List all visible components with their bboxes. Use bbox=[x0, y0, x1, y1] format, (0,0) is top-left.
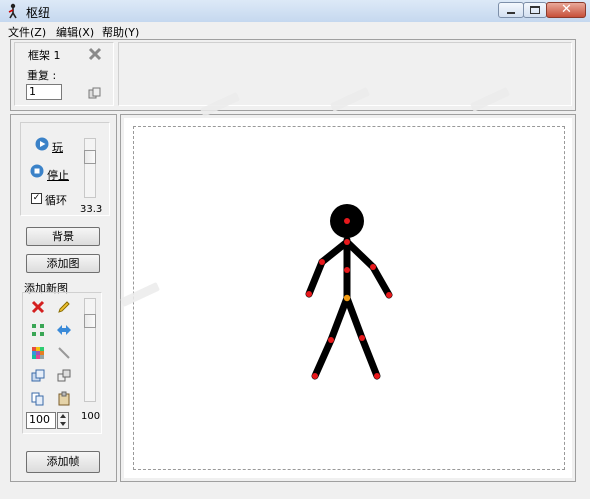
joint-handle bbox=[374, 373, 380, 379]
loop-checkbox[interactable]: ✓ bbox=[31, 193, 42, 204]
stick-figure[interactable] bbox=[295, 200, 405, 390]
duplicate-figure-icon[interactable] bbox=[30, 368, 46, 384]
menu-edit[interactable]: 编辑(X) bbox=[56, 24, 94, 40]
close-icon: ✕ bbox=[561, 2, 572, 17]
stick-figure-right-shin bbox=[358, 334, 381, 380]
joint-handle bbox=[319, 259, 325, 265]
repeat-input[interactable]: 1 bbox=[26, 84, 62, 100]
figure-scale-input[interactable]: 100 bbox=[26, 412, 56, 429]
flip-arrow-icon[interactable] bbox=[56, 322, 72, 338]
repeat-label: 重复 : bbox=[27, 69, 57, 82]
joint-handle bbox=[386, 292, 392, 298]
shrink-icon[interactable] bbox=[30, 322, 46, 338]
fps-slider-thumb[interactable] bbox=[84, 150, 96, 164]
stick-figure-left-shin bbox=[311, 336, 335, 380]
center-joint-handle bbox=[343, 294, 351, 302]
joint-handle bbox=[312, 373, 318, 379]
minimize-icon bbox=[507, 12, 515, 14]
color-icon[interactable] bbox=[30, 345, 46, 361]
add-image-button[interactable]: 添加图 bbox=[26, 254, 100, 273]
stick-figure-left-thigh bbox=[327, 294, 351, 344]
paste-figure-icon[interactable] bbox=[56, 391, 72, 407]
stick-figure-left-upper-arm bbox=[318, 238, 351, 266]
maximize-button[interactable] bbox=[523, 2, 547, 18]
stick-figure-right-upper-arm bbox=[343, 238, 377, 271]
copy-figure-icon[interactable] bbox=[30, 391, 46, 407]
figure-size-slider-thumb[interactable] bbox=[84, 314, 96, 328]
play-button[interactable]: 玩 bbox=[52, 139, 63, 155]
frame-label: 框架 1 bbox=[28, 49, 61, 62]
window-title: 枢纽 bbox=[26, 6, 51, 20]
stop-icon[interactable] bbox=[30, 164, 44, 178]
delete-figure-icon[interactable] bbox=[30, 299, 46, 315]
joint-handle bbox=[370, 264, 376, 270]
stop-button[interactable]: 停止 bbox=[47, 167, 69, 183]
menu-bar: 文件(Z) 编辑(X) 帮助(Y) bbox=[0, 22, 590, 39]
joint-handle bbox=[306, 291, 312, 297]
fps-slider[interactable] bbox=[84, 138, 96, 198]
joint-handle bbox=[359, 335, 365, 341]
stick-figure-right-forearm bbox=[369, 263, 393, 299]
spinner-down-icon[interactable] bbox=[60, 422, 66, 426]
close-button[interactable]: ✕ bbox=[546, 2, 586, 18]
join-figure-icon[interactable] bbox=[56, 368, 72, 384]
joint-handle bbox=[344, 218, 350, 224]
joint-handle bbox=[344, 267, 350, 273]
loop-label: 循环 bbox=[45, 194, 67, 207]
background-button[interactable]: 背景 bbox=[26, 227, 100, 246]
fps-value: 33.3 bbox=[80, 204, 103, 215]
pencil-icon[interactable] bbox=[56, 299, 72, 315]
stickman-app-icon bbox=[8, 3, 17, 19]
menu-help[interactable]: 帮助(Y) bbox=[102, 24, 139, 40]
figure-size-value: 100 bbox=[81, 411, 101, 422]
figure-scale-spinner[interactable] bbox=[57, 412, 69, 429]
play-icon[interactable] bbox=[35, 137, 49, 151]
line-tool-icon[interactable] bbox=[56, 345, 72, 361]
stick-figure-right-thigh bbox=[343, 294, 366, 342]
maximize-icon bbox=[530, 6, 540, 14]
joint-handle bbox=[344, 239, 350, 245]
add-frame-button[interactable]: 添加帧 bbox=[26, 451, 100, 473]
stick-figure-left-forearm bbox=[305, 258, 326, 298]
minimize-button[interactable] bbox=[498, 2, 524, 18]
delete-frame-icon[interactable] bbox=[88, 47, 102, 61]
menu-file[interactable]: 文件(Z) bbox=[8, 24, 46, 40]
joint-handle bbox=[328, 337, 334, 343]
copy-frame-icon[interactable] bbox=[88, 87, 102, 100]
spinner-up-icon[interactable] bbox=[60, 414, 66, 418]
